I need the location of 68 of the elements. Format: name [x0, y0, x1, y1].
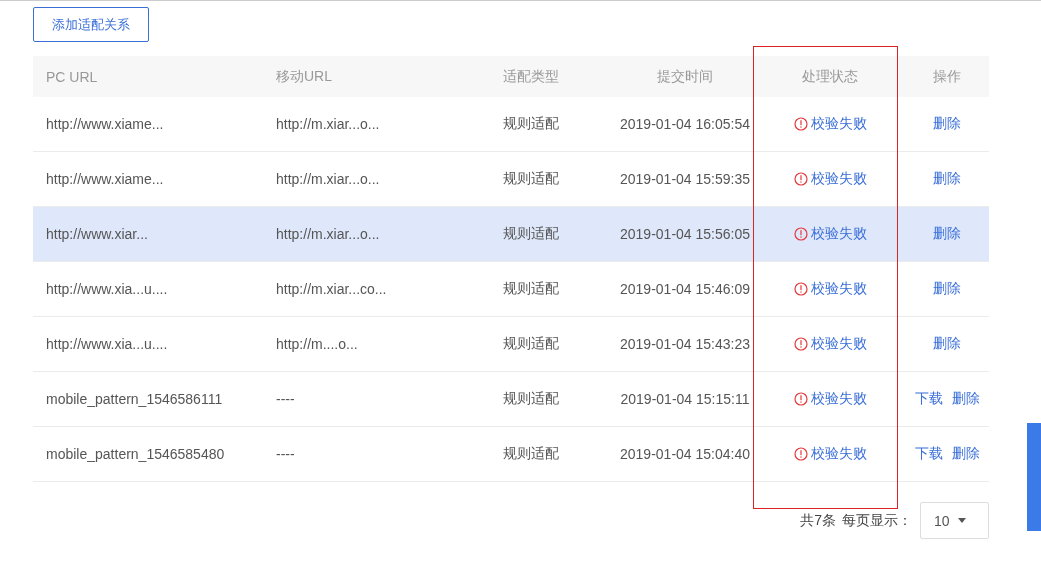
table-cell: 2019-01-04 15:43:23 [620, 336, 750, 352]
action-link[interactable]: 删除 [933, 335, 961, 353]
column-header: 适配类型 [502, 67, 560, 86]
table-row[interactable]: mobile_pattern_1546585480 ---- 规则适配 2019-01-04 15:04:40 校验失败 下载 删除 [33, 427, 989, 482]
table-cell: 规则适配 [503, 225, 559, 243]
table-cell: http://www.xiame... [46, 116, 164, 132]
table-row[interactable]: http://www.xia...u.... http://m.xiar...co... 规则适配 2019-01-04 15:46:09 校验失败 删除 [33, 262, 989, 317]
action-link[interactable]: 下载 [914, 445, 943, 463]
status-text: 校验失败 [810, 225, 867, 243]
table-cell: mobile_pattern_1546586111 [46, 391, 223, 407]
table-cell: 2019-01-04 15:15:11 [620, 391, 750, 407]
caret-icon [957, 518, 966, 523]
table-cell: http://m....o... [276, 336, 358, 352]
table-cell: 规则适配 [503, 280, 559, 298]
action-link[interactable]: 删除 [933, 225, 961, 243]
action-link[interactable]: 删除 [951, 445, 980, 463]
table-cell: http://m.xiar...co... [276, 281, 387, 297]
column-header: 提交时间 [656, 67, 714, 86]
warning-icon [793, 392, 808, 406]
warning-icon [793, 227, 808, 241]
table-cell: 2019-01-04 15:46:09 [620, 281, 750, 297]
table-cell: 2019-01-04 15:59:35 [620, 171, 750, 187]
page-size-label: 每页显示： [842, 511, 912, 530]
status-text: 校验失败 [810, 445, 867, 463]
page-size-select[interactable]: 10 [920, 502, 989, 539]
table-cell: http://www.xia...u.... [46, 336, 168, 352]
action-link[interactable]: 删除 [933, 280, 961, 298]
table-cell: 规则适配 [503, 390, 559, 408]
column-header: 处理状态 [801, 67, 859, 86]
table-cell: http://www.xia...u.... [46, 281, 168, 297]
table-cell: 规则适配 [503, 445, 559, 463]
table-cell: http://m.xiar...o... [276, 171, 380, 187]
action-link[interactable]: 删除 [933, 115, 961, 133]
table-cell: 规则适配 [503, 170, 559, 188]
total-count: 共7条 [800, 511, 836, 530]
status-text: 校验失败 [810, 335, 867, 353]
table-cell: http://www.xiame... [46, 171, 164, 187]
table-row[interactable]: http://www.xia...u.... http://m....o... 规则适配 2019-01-04 15:43:23 校验失败 删除 [33, 317, 989, 372]
warning-icon [793, 172, 808, 186]
warning-icon [793, 282, 808, 296]
warning-icon [793, 337, 808, 351]
add-button[interactable]: 添加适配关系 [33, 7, 149, 42]
table-cell: http://www.xiar... [46, 226, 148, 242]
warning-icon [793, 447, 808, 461]
status-text: 校验失败 [810, 115, 867, 133]
table-row[interactable]: mobile_pattern_1546586111 ---- 规则适配 2019-01-04 15:15:11 校验失败 下载 删除 [33, 372, 989, 427]
table-cell: 2019-01-04 16:05:54 [620, 116, 750, 132]
status-text: 校验失败 [810, 280, 867, 298]
table-cell: 2019-01-04 15:04:40 [620, 446, 750, 462]
column-header: PC URL [45, 68, 99, 85]
warning-icon [793, 117, 808, 131]
table-cell: mobile_pattern_1546585480 [46, 446, 225, 462]
table-row[interactable]: http://www.xiar... http://m.xiar...o... 规则适配 2019-01-04 15:56:05 校验失败 删除 [33, 207, 989, 262]
action-link[interactable]: 删除 [951, 390, 980, 408]
table-cell: 2019-01-04 15:56:05 [620, 226, 750, 242]
column-header: 移动URL [275, 67, 333, 86]
table-row[interactable]: http://www.xiame... http://m.xiar...o... 规则适配 2019-01-04 16:05:54 校验失败 删除 [33, 97, 989, 152]
action-link[interactable]: 下载 [914, 390, 943, 408]
column-header: 操作 [932, 67, 962, 86]
status-text: 校验失败 [810, 390, 867, 408]
status-text: 校验失败 [810, 170, 867, 188]
action-link[interactable]: 删除 [933, 170, 961, 188]
table-cell: ---- [276, 446, 295, 462]
table-cell: ---- [276, 391, 295, 407]
table-cell: 规则适配 [503, 335, 559, 353]
table-cell: http://m.xiar...o... [276, 226, 380, 242]
table-cell: http://m.xiar...o... [276, 116, 380, 132]
table-cell: 规则适配 [503, 115, 559, 133]
